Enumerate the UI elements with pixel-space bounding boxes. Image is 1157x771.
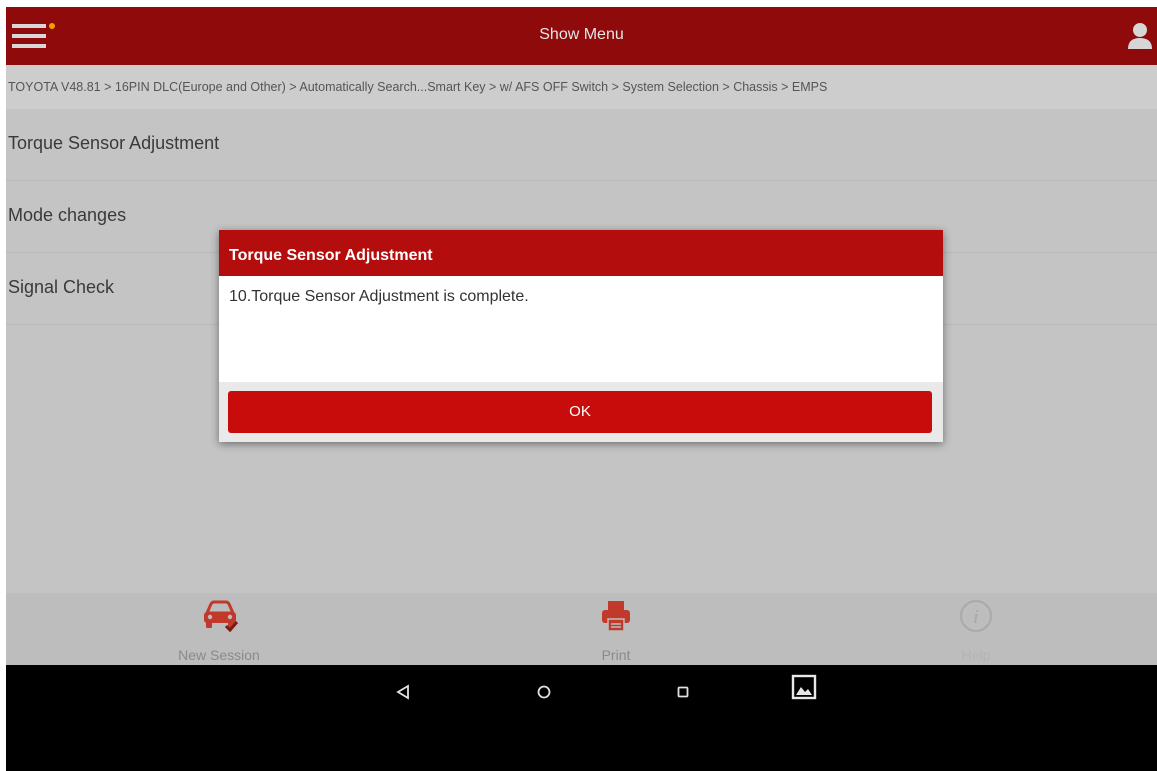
- help-button[interactable]: i Help: [876, 593, 1076, 665]
- list-item-torque-sensor-adjustment[interactable]: Torque Sensor Adjustment: [6, 109, 1157, 181]
- dialog-title: Torque Sensor Adjustment: [229, 247, 433, 264]
- dialog-footer: OK: [219, 382, 943, 442]
- info-icon: i: [957, 599, 995, 633]
- list-item-label: Mode changes: [8, 205, 127, 225]
- user-icon[interactable]: [1127, 22, 1153, 50]
- print-label: Print: [601, 647, 631, 663]
- car-check-icon: [200, 599, 239, 633]
- top-app-bar: Show Menu: [6, 7, 1157, 65]
- confirmation-dialog: Torque Sensor Adjustment 10.Torque Senso…: [219, 230, 943, 442]
- screenshot-icon[interactable]: [790, 673, 820, 703]
- svg-text:i: i: [973, 607, 979, 628]
- system-nav-bar: [6, 665, 1157, 771]
- print-button[interactable]: Print: [516, 593, 716, 665]
- help-label: Help: [961, 647, 991, 663]
- back-icon[interactable]: [388, 677, 418, 707]
- app-window: Show Menu TOYOTA V48.81 > 16PIN DLC(Euro…: [6, 7, 1157, 771]
- ok-button[interactable]: OK: [228, 391, 932, 433]
- home-icon[interactable]: [529, 677, 559, 707]
- dialog-message: 10.Torque Sensor Adjustment is complete.: [229, 288, 529, 305]
- list-item-label: Torque Sensor Adjustment: [8, 133, 220, 153]
- recents-icon[interactable]: [668, 677, 698, 707]
- breadcrumb: TOYOTA V48.81 > 16PIN DLC(Europe and Oth…: [6, 65, 1157, 109]
- new-session-label: New Session: [178, 647, 260, 663]
- dialog-header: Torque Sensor Adjustment: [219, 230, 943, 276]
- page-title: Show Menu: [539, 26, 624, 43]
- new-session-button[interactable]: New Session: [119, 593, 319, 665]
- printer-icon: [597, 599, 635, 633]
- bottom-toolbar: New Session Print i Help: [6, 593, 1157, 665]
- list-item-label: Signal Check: [8, 277, 115, 297]
